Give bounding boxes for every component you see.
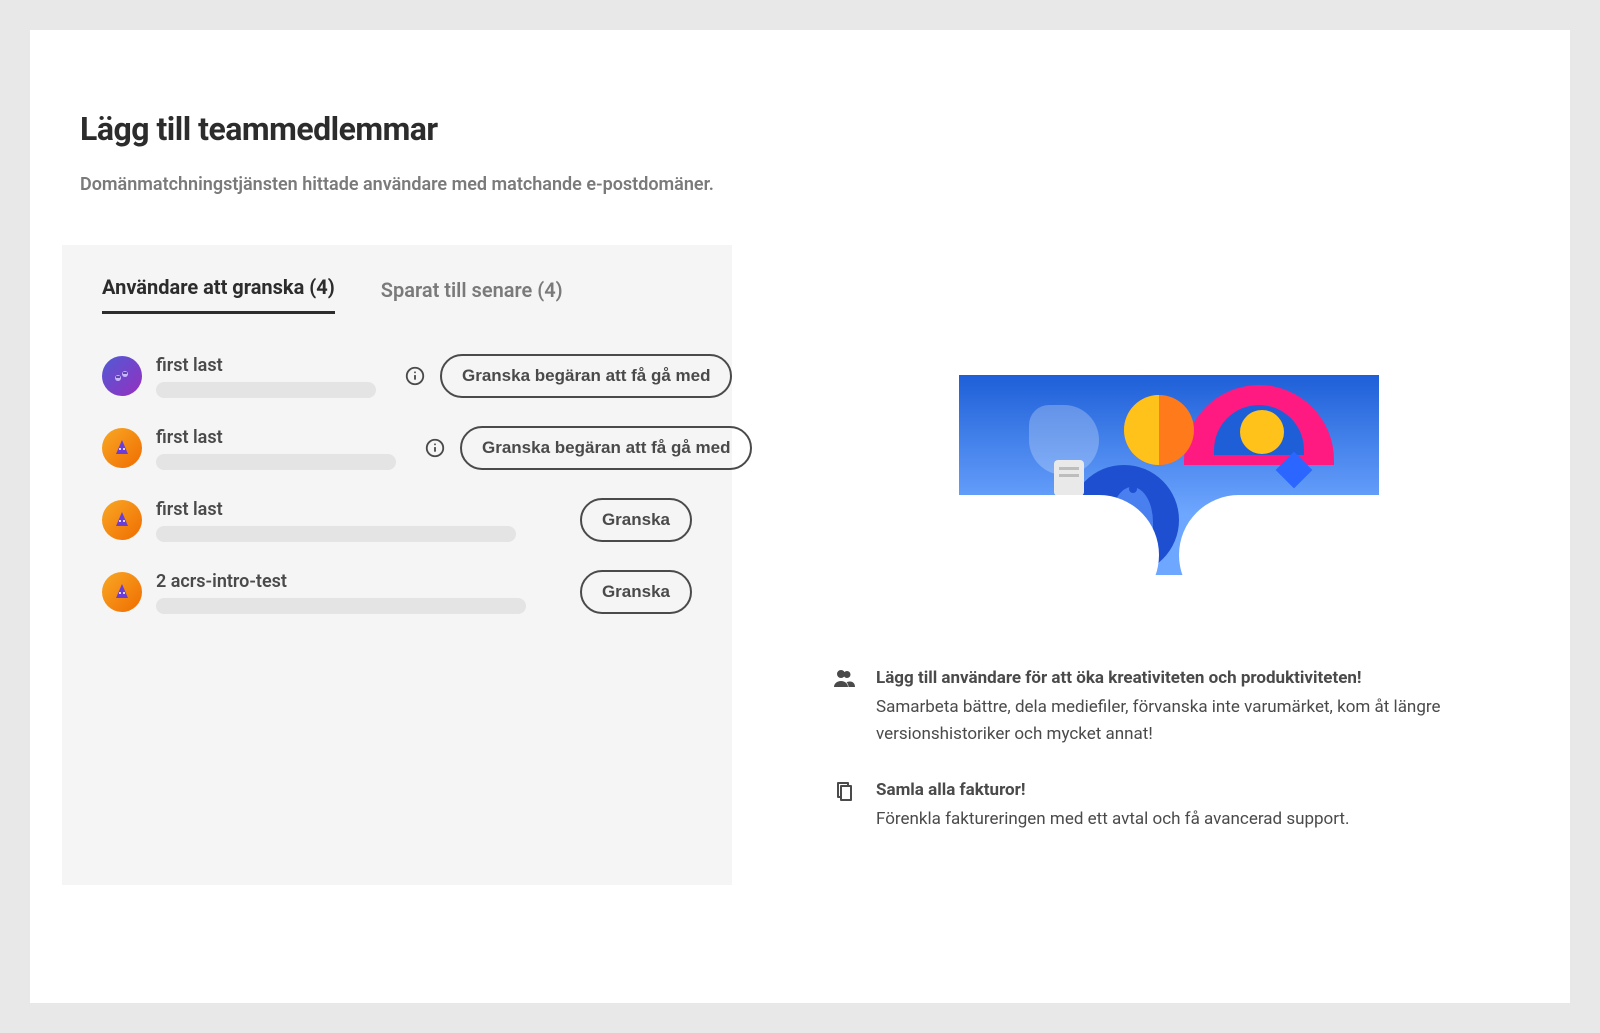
invoices-icon bbox=[832, 777, 858, 833]
benefit-text: Lägg till användare för att öka kreativi… bbox=[876, 665, 1505, 747]
user-row: first last Granska begäran att få gå med bbox=[102, 426, 692, 470]
review-button[interactable]: Granska bbox=[580, 498, 692, 542]
user-email-placeholder bbox=[156, 598, 526, 614]
benefit-body: Förenkla faktureringen med ett avtal och… bbox=[876, 809, 1349, 829]
benefit-text: Samla alla fakturor! Förenkla fakturerin… bbox=[876, 777, 1349, 833]
user-info: 2 acrs-intro-test bbox=[156, 571, 526, 614]
avatar bbox=[102, 500, 142, 540]
user-row: first last Granska begäran att få gå med bbox=[102, 354, 692, 398]
review-panel: Användare att granska (4) Sparat till se… bbox=[62, 245, 732, 885]
info-icon[interactable] bbox=[404, 365, 426, 387]
benefit-heading: Lägg till användare för att öka kreativi… bbox=[876, 665, 1505, 691]
tab-saved-for-later[interactable]: Sparat till senare (4) bbox=[381, 278, 563, 314]
benefit-invoices: Samla alla fakturor! Förenkla fakturerin… bbox=[832, 777, 1505, 833]
content-row: Användare att granska (4) Sparat till se… bbox=[50, 245, 1550, 885]
user-row: 2 acrs-intro-test Granska bbox=[102, 570, 692, 614]
user-email-placeholder bbox=[156, 526, 516, 542]
user-name: first last bbox=[156, 427, 396, 448]
user-name: first last bbox=[156, 499, 516, 520]
benefit-add-users: Lägg till användare för att öka kreativi… bbox=[832, 665, 1505, 747]
info-icon[interactable] bbox=[424, 437, 446, 459]
page-title: Lägg till teammedlemmar bbox=[80, 110, 1550, 148]
review-join-request-button[interactable]: Granska begäran att få gå med bbox=[440, 354, 732, 398]
review-join-request-button[interactable]: Granska begäran att få gå med bbox=[460, 426, 752, 470]
user-email-placeholder bbox=[156, 382, 376, 398]
user-info: first last bbox=[156, 355, 376, 398]
user-email-placeholder bbox=[156, 454, 396, 470]
user-info: first last bbox=[156, 427, 396, 470]
avatar bbox=[102, 356, 142, 396]
user-info: first last bbox=[156, 499, 516, 542]
user-name: 2 acrs-intro-test bbox=[156, 571, 526, 592]
page-header: Lägg till teammedlemmar Domänmatchningst… bbox=[50, 110, 1550, 195]
avatar bbox=[102, 428, 142, 468]
main-card: Lägg till teammedlemmar Domänmatchningst… bbox=[30, 30, 1570, 1003]
benefit-heading: Samla alla fakturor! bbox=[876, 777, 1349, 803]
benefits-panel: Lägg till användare för att öka kreativi… bbox=[732, 245, 1550, 885]
users-icon bbox=[832, 665, 858, 747]
user-row: first last Granska bbox=[102, 498, 692, 542]
review-button[interactable]: Granska bbox=[580, 570, 692, 614]
avatar bbox=[102, 572, 142, 612]
page-subtitle: Domänmatchningstjänsten hittade användar… bbox=[80, 174, 1550, 195]
benefits-list: Lägg till användare för att öka kreativi… bbox=[832, 665, 1505, 833]
user-list: first last Granska begäran att få gå med bbox=[102, 354, 692, 614]
team-illustration bbox=[959, 375, 1379, 575]
user-name: first last bbox=[156, 355, 376, 376]
tabs: Användare att granska (4) Sparat till se… bbox=[102, 275, 692, 314]
tab-users-to-review[interactable]: Användare att granska (4) bbox=[102, 275, 335, 314]
benefit-body: Samarbeta bättre, dela mediefiler, förva… bbox=[876, 697, 1441, 743]
